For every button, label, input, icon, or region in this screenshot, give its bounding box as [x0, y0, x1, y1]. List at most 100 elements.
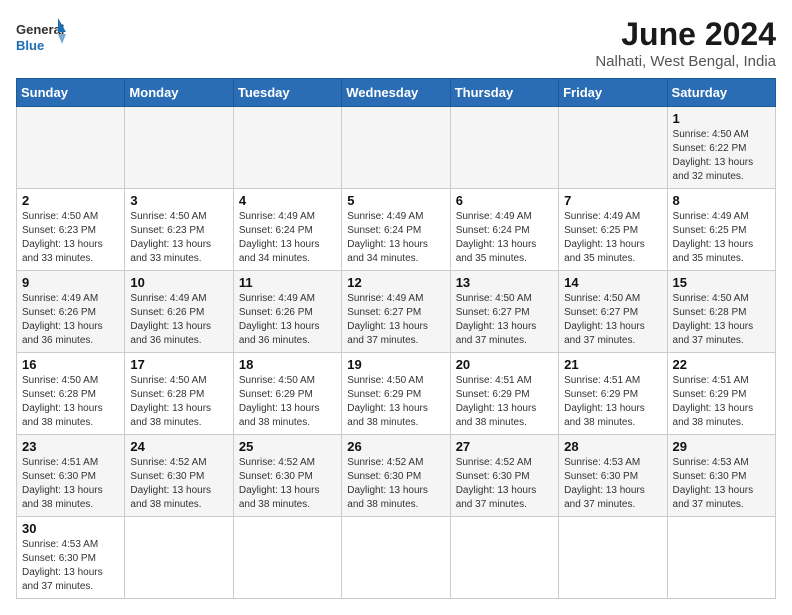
- cell-sun-info: Sunrise: 4:50 AM Sunset: 6:29 PM Dayligh…: [347, 374, 444, 430]
- day-number: 18: [239, 357, 336, 372]
- day-number: 30: [22, 521, 119, 536]
- calendar-cell: [559, 107, 667, 189]
- calendar-cell: 10 Sunrise: 4:49 AM Sunset: 6:26 PM Dayli…: [125, 271, 233, 353]
- logo-svg: General Blue: [16, 16, 66, 56]
- day-number: 11: [239, 275, 336, 290]
- logo: General Blue: [16, 16, 66, 56]
- cell-sun-info: Sunrise: 4:52 AM Sunset: 6:30 PM Dayligh…: [239, 456, 336, 512]
- calendar-cell: [450, 107, 558, 189]
- cell-sun-info: Sunrise: 4:51 AM Sunset: 6:29 PM Dayligh…: [673, 374, 770, 430]
- calendar-week-6: 30 Sunrise: 4:53 AM Sunset: 6:30 PM Dayli…: [17, 517, 776, 599]
- calendar-cell: [559, 517, 667, 599]
- calendar-cell: 12Sunrise: 4:49 AM Sunset: 6:27 PM Dayli…: [342, 271, 450, 353]
- calendar-cell: 8Sunrise: 4:49 AM Sunset: 6:25 PM Daylig…: [667, 189, 775, 271]
- calendar-cell: [125, 107, 233, 189]
- day-number: 12: [347, 275, 444, 290]
- calendar-cell: 14Sunrise: 4:50 AM Sunset: 6:27 PM Dayli…: [559, 271, 667, 353]
- cell-sun-info: Sunrise: 4:50 AM Sunset: 6:28 PM Dayligh…: [22, 374, 119, 430]
- calendar-cell: 6 Sunrise: 4:49 AM Sunset: 6:24 PM Daylig…: [450, 189, 558, 271]
- location-subtitle: Nalhati, West Bengal, India: [595, 53, 776, 70]
- cell-sun-info: Sunrise: 4:52 AM Sunset: 6:30 PM Dayligh…: [130, 456, 227, 512]
- day-number: 5: [347, 193, 444, 208]
- day-number: 14: [564, 275, 661, 290]
- header-day-thursday: Thursday: [450, 79, 558, 107]
- calendar-cell: 7 Sunrise: 4:49 AM Sunset: 6:25 PM Daylig…: [559, 189, 667, 271]
- cell-sun-info: Sunrise: 4:50 AM Sunset: 6:28 PM Dayligh…: [130, 374, 227, 430]
- header: General Blue June 2024 Nalhati, West Ben…: [16, 16, 776, 70]
- cell-sun-info: Sunrise: 4:53 AM Sunset: 6:30 PM Dayligh…: [673, 456, 770, 512]
- cell-sun-info: Sunrise: 4:52 AM Sunset: 6:30 PM Dayligh…: [347, 456, 444, 512]
- day-number: 21: [564, 357, 661, 372]
- cell-sun-info: Sunrise: 4:49 AM Sunset: 6:25 PM Dayligh…: [564, 210, 661, 266]
- day-number: 15: [673, 275, 770, 290]
- cell-sun-info: Sunrise: 4:52 AM Sunset: 6:30 PM Dayligh…: [456, 456, 553, 512]
- calendar-cell: 29 Sunrise: 4:53 AM Sunset: 6:30 PM Dayli…: [667, 435, 775, 517]
- header-day-wednesday: Wednesday: [342, 79, 450, 107]
- cell-sun-info: Sunrise: 4:49 AM Sunset: 6:26 PM Dayligh…: [130, 292, 227, 348]
- day-number: 6: [456, 193, 553, 208]
- calendar-cell: 17 Sunrise: 4:50 AM Sunset: 6:28 PM Dayli…: [125, 353, 233, 435]
- month-year-title: June 2024: [595, 16, 776, 53]
- cell-sun-info: Sunrise: 4:50 AM Sunset: 6:22 PM Dayligh…: [673, 128, 770, 184]
- header-row: SundayMondayTuesdayWednesdayThursdayFrid…: [17, 79, 776, 107]
- day-number: 10: [130, 275, 227, 290]
- calendar-cell: [233, 517, 341, 599]
- calendar-cell: [17, 107, 125, 189]
- calendar-cell: 15 Sunrise: 4:50 AM Sunset: 6:28 PM Dayli…: [667, 271, 775, 353]
- calendar-cell: 2Sunrise: 4:50 AM Sunset: 6:23 PM Daylig…: [17, 189, 125, 271]
- calendar-cell: 20 Sunrise: 4:51 AM Sunset: 6:29 PM Dayli…: [450, 353, 558, 435]
- svg-text:Blue: Blue: [16, 38, 44, 53]
- calendar-cell: 4Sunrise: 4:49 AM Sunset: 6:24 PM Daylig…: [233, 189, 341, 271]
- day-number: 29: [673, 439, 770, 454]
- cell-sun-info: Sunrise: 4:51 AM Sunset: 6:29 PM Dayligh…: [564, 374, 661, 430]
- calendar-cell: 9Sunrise: 4:49 AM Sunset: 6:26 PM Daylig…: [17, 271, 125, 353]
- day-number: 24: [130, 439, 227, 454]
- header-day-tuesday: Tuesday: [233, 79, 341, 107]
- cell-sun-info: Sunrise: 4:51 AM Sunset: 6:29 PM Dayligh…: [456, 374, 553, 430]
- cell-sun-info: Sunrise: 4:50 AM Sunset: 6:23 PM Dayligh…: [130, 210, 227, 266]
- calendar-week-4: 16 Sunrise: 4:50 AM Sunset: 6:28 PM Dayli…: [17, 353, 776, 435]
- calendar-week-3: 9Sunrise: 4:49 AM Sunset: 6:26 PM Daylig…: [17, 271, 776, 353]
- day-number: 26: [347, 439, 444, 454]
- calendar-cell: [342, 107, 450, 189]
- cell-sun-info: Sunrise: 4:53 AM Sunset: 6:30 PM Dayligh…: [564, 456, 661, 512]
- cell-sun-info: Sunrise: 4:49 AM Sunset: 6:24 PM Dayligh…: [239, 210, 336, 266]
- day-number: 13: [456, 275, 553, 290]
- calendar-week-5: 23Sunrise: 4:51 AM Sunset: 6:30 PM Dayli…: [17, 435, 776, 517]
- day-number: 23: [22, 439, 119, 454]
- cell-sun-info: Sunrise: 4:49 AM Sunset: 6:26 PM Dayligh…: [22, 292, 119, 348]
- header-day-monday: Monday: [125, 79, 233, 107]
- calendar-cell: 26 Sunrise: 4:52 AM Sunset: 6:30 PM Dayli…: [342, 435, 450, 517]
- calendar-cell: [125, 517, 233, 599]
- day-number: 22: [673, 357, 770, 372]
- calendar-cell: 5Sunrise: 4:49 AM Sunset: 6:24 PM Daylig…: [342, 189, 450, 271]
- day-number: 1: [673, 111, 770, 126]
- header-day-saturday: Saturday: [667, 79, 775, 107]
- day-number: 25: [239, 439, 336, 454]
- day-number: 16: [22, 357, 119, 372]
- day-number: 3: [130, 193, 227, 208]
- header-day-friday: Friday: [559, 79, 667, 107]
- cell-sun-info: Sunrise: 4:50 AM Sunset: 6:23 PM Dayligh…: [22, 210, 119, 266]
- cell-sun-info: Sunrise: 4:49 AM Sunset: 6:24 PM Dayligh…: [456, 210, 553, 266]
- day-number: 17: [130, 357, 227, 372]
- calendar-cell: 28Sunrise: 4:53 AM Sunset: 6:30 PM Dayli…: [559, 435, 667, 517]
- calendar-cell: 18Sunrise: 4:50 AM Sunset: 6:29 PM Dayli…: [233, 353, 341, 435]
- day-number: 19: [347, 357, 444, 372]
- calendar-cell: 3 Sunrise: 4:50 AM Sunset: 6:23 PM Daylig…: [125, 189, 233, 271]
- day-number: 7: [564, 193, 661, 208]
- day-number: 20: [456, 357, 553, 372]
- calendar-cell: [342, 517, 450, 599]
- calendar-cell: 21 Sunrise: 4:51 AM Sunset: 6:29 PM Dayli…: [559, 353, 667, 435]
- cell-sun-info: Sunrise: 4:50 AM Sunset: 6:27 PM Dayligh…: [456, 292, 553, 348]
- calendar-cell: 19 Sunrise: 4:50 AM Sunset: 6:29 PM Dayli…: [342, 353, 450, 435]
- calendar-cell: 30 Sunrise: 4:53 AM Sunset: 6:30 PM Dayli…: [17, 517, 125, 599]
- header-day-sunday: Sunday: [17, 79, 125, 107]
- cell-sun-info: Sunrise: 4:50 AM Sunset: 6:28 PM Dayligh…: [673, 292, 770, 348]
- cell-sun-info: Sunrise: 4:53 AM Sunset: 6:30 PM Dayligh…: [22, 538, 119, 594]
- calendar-cell: 1 Sunrise: 4:50 AM Sunset: 6:22 PM Daylig…: [667, 107, 775, 189]
- calendar-cell: 25 Sunrise: 4:52 AM Sunset: 6:30 PM Dayli…: [233, 435, 341, 517]
- calendar-week-1: 1 Sunrise: 4:50 AM Sunset: 6:22 PM Daylig…: [17, 107, 776, 189]
- calendar-week-2: 2Sunrise: 4:50 AM Sunset: 6:23 PM Daylig…: [17, 189, 776, 271]
- calendar-cell: 11Sunrise: 4:49 AM Sunset: 6:26 PM Dayli…: [233, 271, 341, 353]
